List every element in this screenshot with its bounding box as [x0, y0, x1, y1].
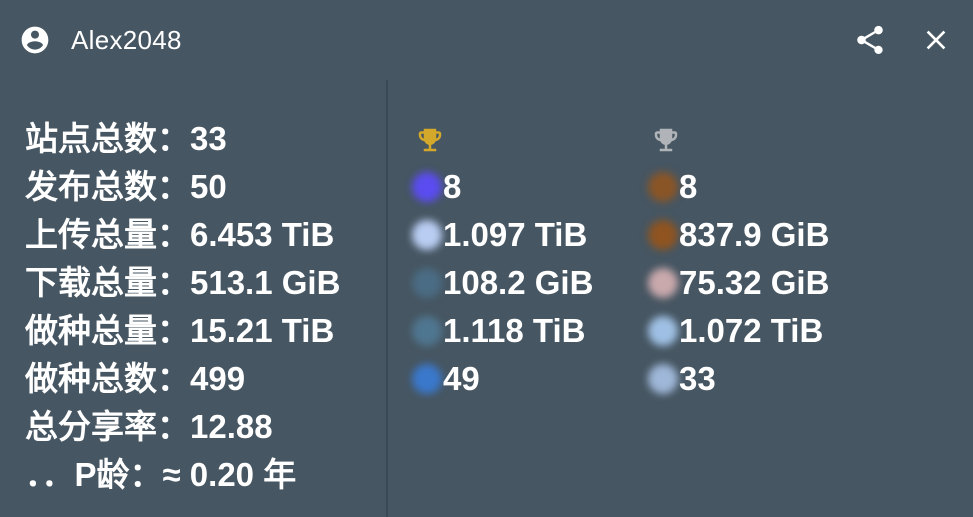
gold-value-0: 8 — [443, 168, 462, 205]
share-icon[interactable] — [853, 23, 887, 57]
silver-value-3: 1.072 TiB — [679, 312, 824, 349]
stat-label: 做种总数： — [25, 360, 190, 397]
gold-site-logo-1 — [412, 220, 442, 250]
silver-site-logo-1 — [648, 220, 678, 250]
silver-value-4: 33 — [679, 360, 716, 397]
stats-card: Alex2048 站点总数：33 发布总数：50 上传总量：6.453 TiB … — [0, 0, 973, 517]
stat-row-publish-count: 发布总数：50 — [25, 165, 227, 209]
silver-value-0: 8 — [679, 168, 698, 205]
rankings: 8 1.097 TiB 108.2 GiB 1.118 TiB 49 8 837… — [388, 80, 973, 517]
stat-label: 做种总量： — [25, 312, 190, 349]
card-header: Alex2048 — [0, 0, 973, 80]
silver-value-2: 75.32 GiB — [679, 264, 830, 301]
stat-value: 33 — [190, 120, 227, 157]
summary-stats: 站点总数：33 发布总数：50 上传总量：6.453 TiB 下载总量：513.… — [0, 80, 386, 517]
stat-row-ratio: 总分享率：12.88 — [25, 405, 273, 449]
silver-trophy-icon — [654, 128, 678, 152]
stat-label: 上传总量： — [25, 216, 190, 253]
gold-value-1: 1.097 TiB — [443, 216, 588, 253]
gold-value-2: 108.2 GiB — [443, 264, 594, 301]
stat-value: 15.21 TiB — [190, 312, 335, 349]
stat-row-site-count: 站点总数：33 — [25, 117, 227, 161]
stat-row-seeding-count: 做种总数：499 — [25, 357, 245, 401]
stat-value: 12.88 — [190, 408, 273, 445]
silver-site-logo-0 — [648, 172, 678, 202]
gold-site-logo-4 — [412, 364, 442, 394]
gold-site-logo-0 — [412, 172, 442, 202]
stat-value: 6.453 TiB — [190, 216, 335, 253]
stat-row-seeding-size: 做种总量：15.21 TiB — [25, 309, 334, 353]
stat-label: 发布总数： — [25, 168, 190, 205]
gold-value-3: 1.118 TiB — [443, 312, 586, 349]
stat-value: 50 — [190, 168, 227, 205]
gold-site-logo-3 — [412, 316, 442, 346]
stat-row-download-total: 下载总量：513.1 GiB — [25, 261, 340, 305]
stat-label: 总分享率： — [25, 408, 190, 445]
gold-site-logo-2 — [412, 268, 442, 298]
gold-value-4: 49 — [443, 360, 480, 397]
stat-row-p-age: ．．P龄：≈ 0.20 年 — [25, 453, 296, 497]
silver-site-logo-4 — [648, 364, 678, 394]
close-icon[interactable] — [920, 24, 952, 56]
username: Alex2048 — [71, 25, 182, 55]
stat-label: 下载总量： — [25, 264, 190, 301]
stat-value: ≈ 0.20 年 — [162, 456, 297, 493]
stat-label: ．．P龄： — [25, 456, 163, 493]
stat-value: 499 — [190, 360, 246, 397]
silver-site-logo-3 — [648, 316, 678, 346]
silver-site-logo-2 — [648, 268, 678, 298]
stat-label: 站点总数： — [25, 120, 190, 157]
stat-value: 513.1 GiB — [190, 264, 341, 301]
account-circle-icon — [21, 26, 49, 54]
silver-value-1: 837.9 GiB — [679, 216, 830, 253]
gold-trophy-icon — [418, 128, 442, 152]
stat-row-upload-total: 上传总量：6.453 TiB — [25, 213, 334, 257]
